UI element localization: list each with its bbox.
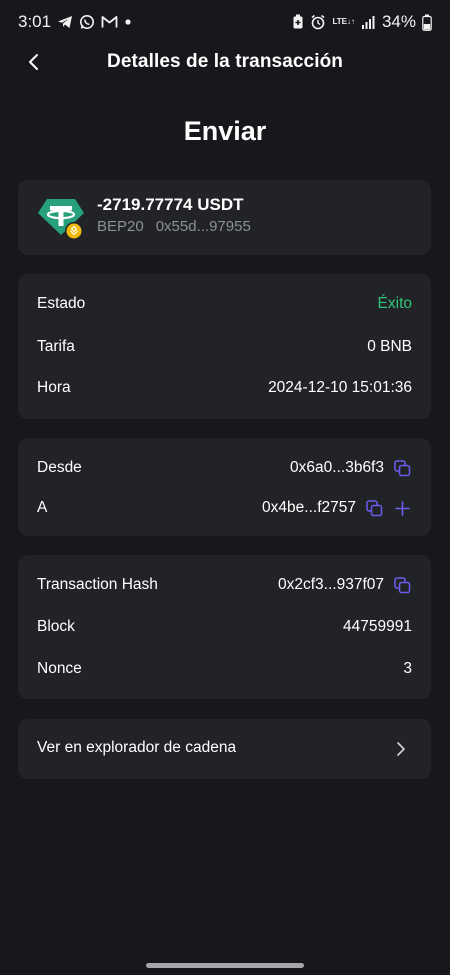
lte-label: LTE	[332, 17, 347, 26]
hora-label: Hora	[37, 379, 71, 396]
tarifa-row: Tarifa 0 BNB	[37, 335, 412, 359]
nonce-value: 3	[403, 660, 412, 677]
nonce-row: Nonce 3	[37, 657, 412, 681]
status-card: Estado Éxito Tarifa 0 BNB Hora 2024-12-1…	[18, 274, 431, 419]
copy-icon[interactable]	[392, 575, 412, 595]
chevron-left-icon	[29, 54, 38, 70]
battery-percent: 34%	[381, 12, 416, 31]
signal-icon	[361, 15, 376, 30]
estado-row: Estado Éxito	[37, 292, 412, 316]
a-value-group: 0x4be...f2757	[262, 498, 412, 518]
block-row: Block 44759991	[37, 615, 412, 639]
telegram-icon	[57, 14, 73, 30]
desde-value-group: 0x6a0...3b6f3	[290, 458, 412, 478]
transaction-hash-value-group: 0x2cf3...937f07	[278, 575, 412, 595]
address-card: Desde 0x6a0...3b6f3 A 0x4be...f2757	[18, 438, 431, 536]
battery-saver-icon	[292, 14, 304, 30]
hora-value: 2024-12-10 15:01:36	[268, 379, 412, 396]
tarifa-label: Tarifa	[37, 338, 75, 355]
desde-address: 0x6a0...3b6f3	[290, 459, 384, 476]
header-title: Detalles de la transacción	[107, 51, 343, 72]
token-card: -2719.77774 USDT BEP20 0x55d...97955	[18, 180, 431, 255]
hash-card: Transaction Hash 0x2cf3...937f07 Block 4…	[18, 555, 431, 699]
copy-icon[interactable]	[364, 498, 384, 518]
transaction-hash-row: Transaction Hash 0x2cf3...937f07	[37, 573, 412, 597]
transaction-hash-label: Transaction Hash	[37, 576, 158, 593]
alarm-icon	[310, 14, 326, 30]
token-subtitle: BEP20 0x55d...97955	[97, 218, 251, 235]
status-bar: 3:01 LTE ↓↑ 34%	[0, 0, 450, 44]
app-header: Detalles de la transacción	[0, 40, 450, 84]
estado-value: Éxito	[377, 295, 412, 312]
hora-row: Hora 2024-12-10 15:01:36	[37, 376, 412, 400]
home-indicator[interactable]	[146, 963, 304, 968]
back-button[interactable]	[20, 48, 48, 76]
notification-dot-icon	[124, 18, 132, 26]
token-contract-address: 0x55d...97955	[155, 218, 251, 235]
status-left: 3:01	[18, 12, 132, 32]
lte-icon: LTE ↓↑	[332, 18, 355, 26]
whatsapp-icon	[79, 14, 95, 30]
add-contact-plus-icon[interactable]	[392, 498, 412, 518]
desde-label: Desde	[37, 459, 82, 476]
block-label: Block	[37, 618, 75, 635]
lte-arrows: ↓↑	[346, 17, 355, 26]
block-value: 44759991	[343, 618, 412, 635]
gmail-icon	[101, 15, 118, 29]
battery-icon	[422, 14, 432, 31]
a-label: A	[37, 499, 48, 516]
nonce-label: Nonce	[37, 660, 82, 677]
page-title: Enviar	[183, 116, 267, 146]
usdt-token-icon	[37, 197, 85, 243]
estado-label: Estado	[37, 295, 86, 312]
transaction-hash-value: 0x2cf3...937f07	[278, 576, 384, 593]
status-right: LTE ↓↑ 34%	[292, 12, 432, 32]
chevron-right-icon	[393, 739, 409, 759]
copy-icon[interactable]	[392, 458, 412, 478]
view-in-explorer-button[interactable]: Ver en explorador de cadena	[18, 719, 431, 779]
desde-row: Desde 0x6a0...3b6f3	[37, 456, 412, 480]
token-amount: -2719.77774 USDT	[97, 195, 244, 214]
explorer-label: Ver en explorador de cadena	[37, 739, 237, 756]
tarifa-value: 0 BNB	[367, 338, 412, 355]
a-address: 0x4be...f2757	[262, 499, 356, 516]
a-row: A 0x4be...f2757	[37, 496, 412, 520]
status-time: 3:01	[18, 12, 52, 31]
token-network: BEP20	[97, 218, 144, 235]
